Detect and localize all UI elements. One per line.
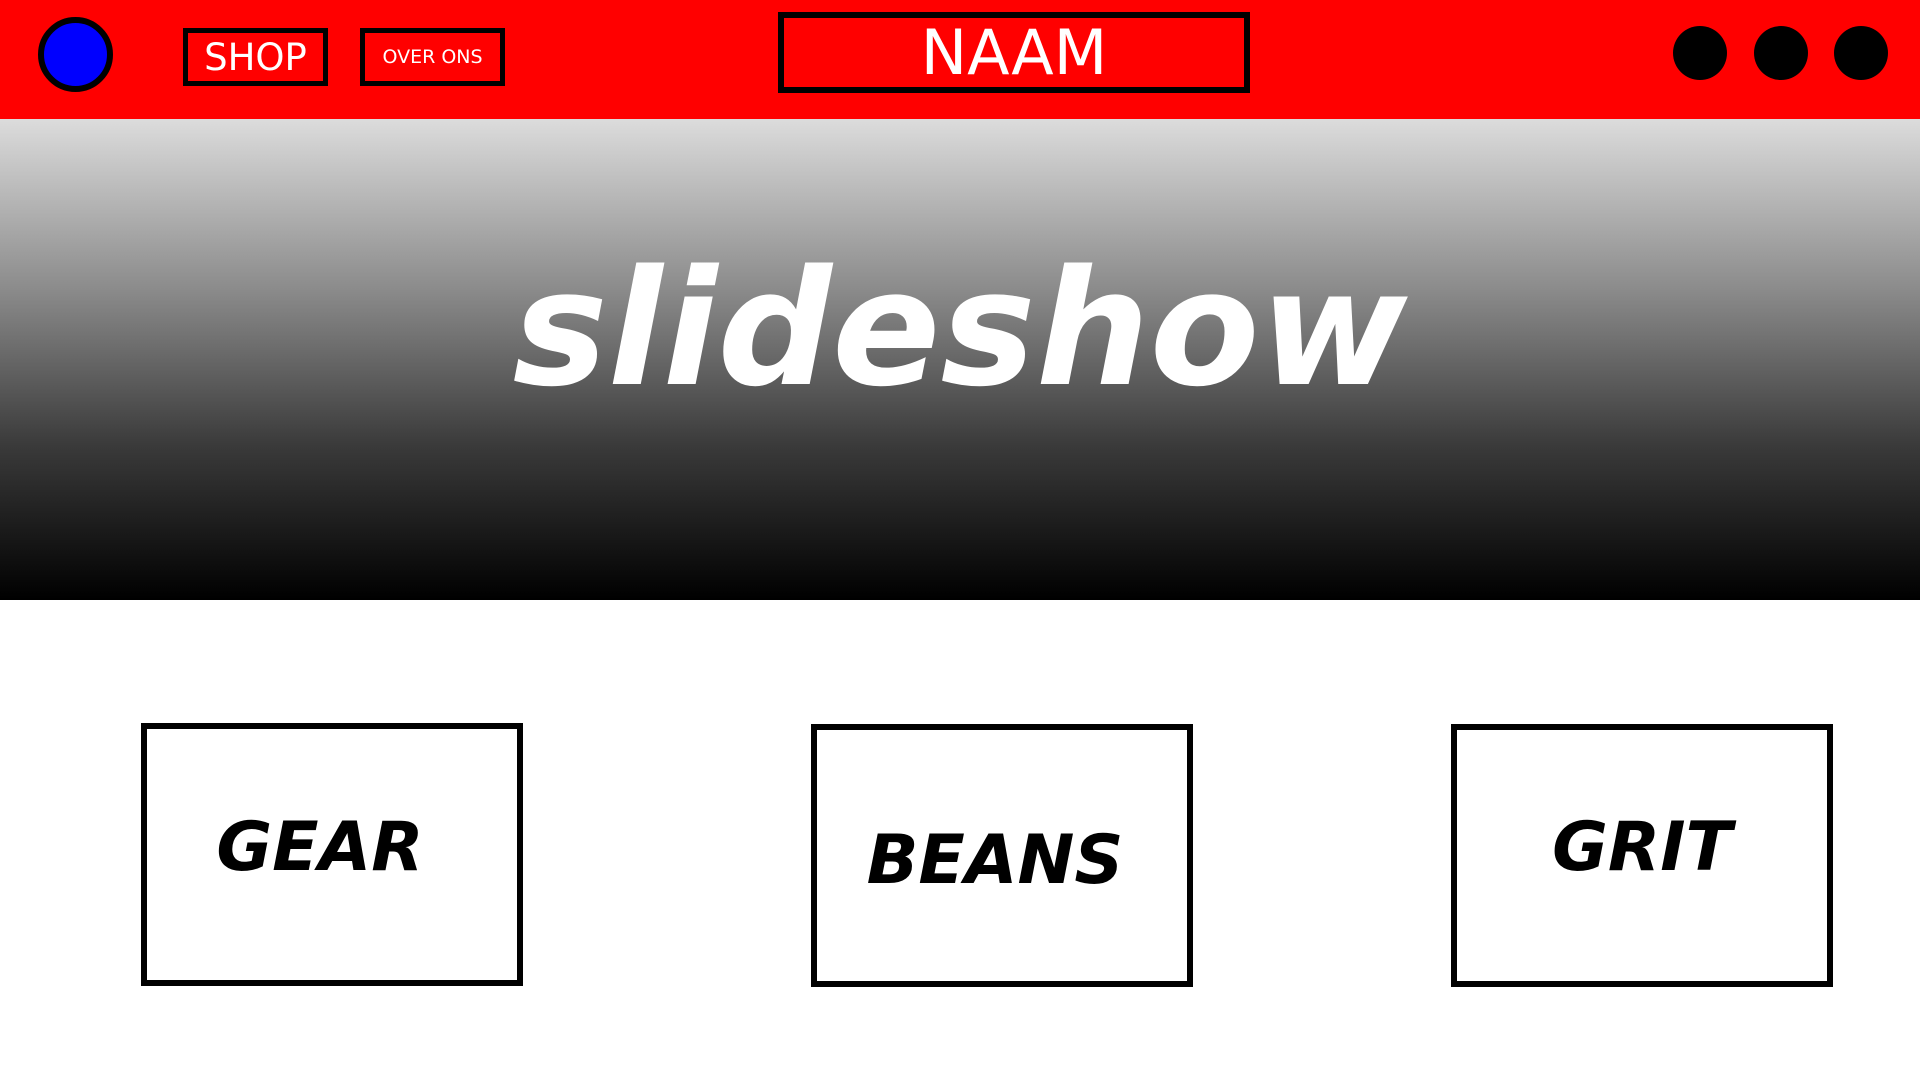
hero-slideshow: slideshow [0, 119, 1920, 600]
nav-about-label: OVER ONS [382, 46, 483, 68]
category-label-grit: GRIT [1552, 808, 1732, 887]
menu-dot-icon-2[interactable] [1754, 26, 1808, 80]
logo-circle-icon[interactable] [38, 17, 113, 92]
hero-title: slideshow [512, 235, 1408, 422]
category-card-grit[interactable]: GRIT [1451, 724, 1833, 987]
category-card-gear[interactable]: GEAR [141, 723, 523, 986]
nav-about-button[interactable]: OVER ONS [360, 28, 505, 86]
nav-shop-label: SHOP [204, 35, 307, 79]
site-name-label: NAAM [920, 16, 1108, 89]
menu-dot-icon-1[interactable] [1673, 26, 1727, 80]
category-label-beans: BEANS [866, 821, 1124, 900]
category-label-gear: GEAR [216, 808, 424, 887]
menu-dot-icon-3[interactable] [1834, 26, 1888, 80]
nav-shop-button[interactable]: SHOP [183, 28, 328, 86]
category-card-beans[interactable]: BEANS [811, 724, 1193, 987]
top-navigation-bar: SHOP OVER ONS NAAM [0, 0, 1920, 119]
site-name-box: NAAM [778, 12, 1250, 93]
